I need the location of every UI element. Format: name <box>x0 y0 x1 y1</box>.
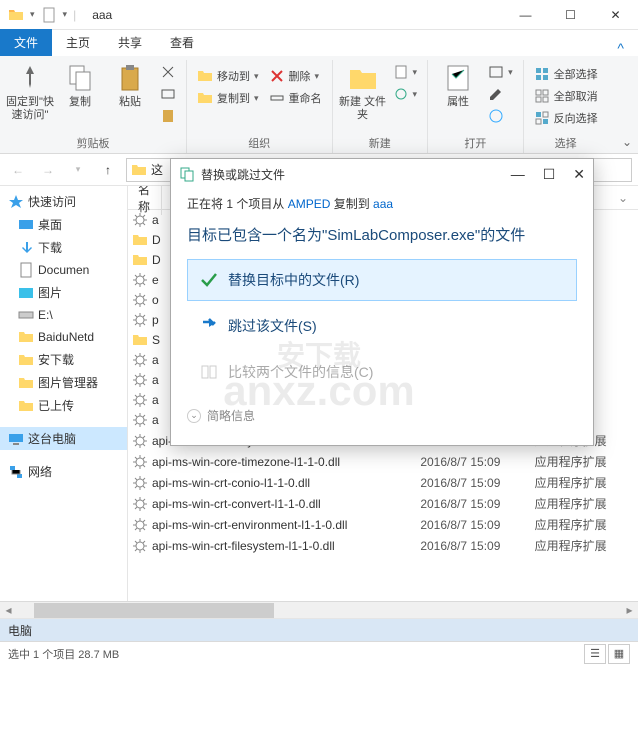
ribbon-collapse-button[interactable]: ⌄ <box>622 135 632 149</box>
dropdown-icon[interactable]: ▾ <box>63 9 68 20</box>
dropdown-icon[interactable]: ▾ <box>30 9 35 20</box>
nav-uploaded[interactable]: 已上传 <box>0 394 127 417</box>
properties-button[interactable]: 属性 <box>434 60 482 109</box>
new-label: 新建 <box>369 133 391 153</box>
horizontal-scrollbar[interactable]: ◂ ▸ <box>0 601 638 618</box>
replace-dialog: 替换或跳过文件 — ☐ ✕ 正在将 1 个项目从 AMPED 复制到 aaa 目… <box>170 158 594 446</box>
title-bar: ▾ ▾ | aaa — ☐ ✕ <box>0 0 638 30</box>
skip-option[interactable]: 跳过该文件(S) <box>187 305 577 347</box>
nav-anxia[interactable]: 安下载 <box>0 348 127 371</box>
copy-icon <box>179 166 195 182</box>
file-row[interactable]: api-ms-win-crt-environment-l1-1-0.dll201… <box>128 514 638 535</box>
file-icon <box>41 7 57 23</box>
new-item-button[interactable]: ▾ <box>389 62 422 82</box>
new-folder-button[interactable]: 新建 文件夹 <box>339 60 387 122</box>
dialog-dest-link[interactable]: aaa <box>373 197 393 211</box>
ribbon-tabs: 文件 主页 共享 查看 ^ <box>0 30 638 56</box>
select-all-button[interactable]: 全部选择 <box>530 64 602 84</box>
tab-view[interactable]: 查看 <box>156 29 208 56</box>
forward-button[interactable]: → <box>36 158 60 182</box>
replace-option[interactable]: 替换目标中的文件(R) <box>187 259 577 301</box>
folder-icon <box>131 162 147 178</box>
cut-button[interactable] <box>156 62 180 82</box>
nav-network[interactable]: 网络 <box>0 460 127 483</box>
paste-button[interactable]: 粘贴 <box>106 60 154 109</box>
view-details-button[interactable]: ☰ <box>584 644 606 664</box>
tab-file[interactable]: 文件 <box>0 29 52 56</box>
dialog-title-text: 替换或跳过文件 <box>201 166 285 183</box>
nav-this-pc[interactable]: 这台电脑 <box>0 427 127 450</box>
copy-path-button[interactable] <box>156 84 180 104</box>
nav-documents[interactable]: Documen <box>0 259 127 281</box>
pin-button[interactable]: 固定到"快 速访问" <box>6 60 54 122</box>
history-button[interactable] <box>484 106 517 126</box>
help-button[interactable]: ^ <box>603 40 638 56</box>
nav-downloads[interactable]: 下载 <box>0 236 127 259</box>
dialog-maximize-button[interactable]: ☐ <box>543 166 556 183</box>
nav-edrive[interactable]: E:\ <box>0 304 127 326</box>
details-toggle[interactable]: ⌄ 简略信息 <box>187 407 577 424</box>
compare-option[interactable]: 比较两个文件的信息(C) <box>187 351 577 393</box>
tab-share[interactable]: 共享 <box>104 29 156 56</box>
select-none-button[interactable]: 全部取消 <box>530 86 602 106</box>
file-row[interactable]: api-ms-win-crt-filesystem-l1-1-0.dll2016… <box>128 535 638 556</box>
nav-baidu[interactable]: BaiduNetd <box>0 326 127 348</box>
select-invert-button[interactable]: 反向选择 <box>530 108 602 128</box>
compare-icon <box>200 363 218 381</box>
dialog-minimize-button[interactable]: — <box>511 166 525 183</box>
moveto-button[interactable]: 移动到 ▾ <box>193 66 263 86</box>
window-title: aaa <box>84 8 503 22</box>
skip-icon <box>200 317 218 335</box>
nav-desktop[interactable]: 桌面 <box>0 213 127 236</box>
copy-button[interactable]: 复制 <box>56 60 104 109</box>
delete-button[interactable]: 删除 ▾ <box>265 66 326 86</box>
second-status-bar: 选中 1 个项目 28.7 MB ☰ ▦ <box>0 641 638 665</box>
check-icon <box>200 271 218 289</box>
back-button[interactable]: ← <box>6 158 30 182</box>
dialog-heading: 目标已包含一个名为"SimLabComposer.exe"的文件 <box>187 224 577 245</box>
nav-picmgr[interactable]: 图片管理器 <box>0 371 127 394</box>
second-window-title: 电脑 <box>0 619 638 641</box>
view-icons-button[interactable]: ▦ <box>608 644 630 664</box>
file-row[interactable]: api-ms-win-core-timezone-l1-1-0.dll2016/… <box>128 451 638 472</box>
ribbon: 固定到"快 速访问" 复制 粘贴 剪贴板 移动到 ▾ 复制到 ▾ <box>0 56 638 154</box>
tab-home[interactable]: 主页 <box>52 29 104 56</box>
open-label: 打开 <box>464 133 486 153</box>
copyto-button[interactable]: 复制到 ▾ <box>193 88 263 108</box>
dialog-info: 正在将 1 个项目从 AMPED 复制到 aaa <box>187 195 577 212</box>
edit-button[interactable] <box>484 84 517 104</box>
minimize-button[interactable]: — <box>503 0 548 30</box>
second-window: 电脑 选中 1 个项目 28.7 MB ☰ ▦ <box>0 619 638 754</box>
maximize-button[interactable]: ☐ <box>548 0 593 30</box>
col-name[interactable]: 名称 <box>132 186 162 215</box>
up-button[interactable]: ↑ <box>96 158 120 182</box>
organize-label: 组织 <box>248 133 270 153</box>
open-button[interactable]: ▾ <box>484 62 517 82</box>
paste-shortcut-button[interactable] <box>156 106 180 126</box>
file-row[interactable]: api-ms-win-crt-convert-l1-1-0.dll2016/8/… <box>128 493 638 514</box>
dialog-source-link[interactable]: AMPED <box>288 197 331 211</box>
clipboard-label: 剪贴板 <box>77 133 110 153</box>
dialog-close-button[interactable]: ✕ <box>573 166 585 183</box>
navigation-pane: 快速访问 桌面 下载 Documen 图片 E:\ BaiduNetd 安下载 … <box>0 186 128 601</box>
select-label: 选择 <box>555 133 577 153</box>
recent-button[interactable]: ▾ <box>66 158 90 182</box>
nav-quick-access[interactable]: 快速访问 <box>0 190 127 213</box>
folder-icon <box>8 7 24 23</box>
nav-pictures[interactable]: 图片 <box>0 281 127 304</box>
rename-button[interactable]: 重命名 <box>265 88 326 108</box>
close-button[interactable]: ✕ <box>593 0 638 30</box>
easy-access-button[interactable]: ▾ <box>389 84 422 104</box>
file-row[interactable]: api-ms-win-crt-conio-l1-1-0.dll2016/8/7 … <box>128 472 638 493</box>
